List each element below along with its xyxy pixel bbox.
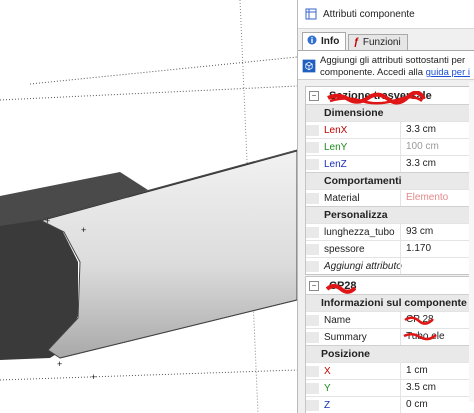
redaction-scribble [326,283,356,294]
attribute-key: lunghezza_tubo [306,226,400,238]
attribute-value[interactable]: 1.170 [400,241,474,257]
tab-funzioni[interactable]: ƒ Funzioni [348,34,408,50]
attribute-value[interactable]: Tubo ele [400,329,474,345]
attribute-value[interactable]: 93 cm [400,224,474,240]
help-link[interactable]: guida per i [426,67,470,78]
add-attribute-button[interactable]: Aggiungi attributo [306,260,402,272]
attribute-value[interactable]: 1 cm [400,363,474,379]
group-posizione: Posizione [306,345,474,362]
component-icon [305,8,317,20]
attribute-row-summary[interactable]: Summary Tubo ele [306,328,474,345]
info-banner: Aggiungi gli attributi sottostanti per c… [298,50,474,80]
attribute-row-leny[interactable]: LenY 100 cm [306,138,474,155]
component-attributes-panel: Attributi componente Info ƒ Funzioni Agg… [297,0,474,413]
attribute-value[interactable]: 0 cm [400,397,474,413]
attribute-row-lunghezza-tubo[interactable]: lunghezza_tubo 93 cm [306,223,474,240]
attribute-key: X [306,365,400,377]
redaction-scribble [404,316,434,325]
vertical-scrollbar[interactable] [469,82,474,402]
attribute-row-spessore[interactable]: spessore 1.170 [306,240,474,257]
group-personalizza: Personalizza [306,206,474,223]
attribute-row-z[interactable]: Z 0 cm [306,396,474,413]
pipe-model-drawing: + + + + [0,0,297,413]
redaction-scribble [403,333,437,341]
collapse-toggle-icon[interactable]: − [309,90,319,101]
attribute-value[interactable]: Elemento [400,190,474,206]
collapse-toggle-icon[interactable]: − [309,280,319,291]
attribute-key: LenY [306,141,400,153]
attribute-row-lenz[interactable]: LenZ 3.3 cm [306,155,474,172]
group-dimensione: Dimensione [306,104,474,121]
cube-icon [302,59,316,73]
guide-line-lower [0,369,297,381]
tab-bar: Info ƒ Funzioni [298,32,474,50]
info-text-line2: componente. Accedi alla [320,67,426,78]
model-viewport[interactable]: + + + + [0,0,297,413]
attribute-value[interactable]: 100 cm [400,139,474,155]
selection-marker: + [45,216,50,226]
attribute-value[interactable]: 3.3 cm [400,156,474,172]
attribute-row-name[interactable]: Name CP 28 [306,311,474,328]
attribute-key: LenX [306,124,400,136]
attribute-key: Y [306,382,400,394]
section-header[interactable]: − CP28 [306,277,474,294]
selection-marker: + [81,225,86,235]
group-informazioni-componente: Informazioni sul componente [306,294,474,311]
add-attribute-row[interactable]: Aggiungi attributo [306,257,474,274]
tab-info[interactable]: Info [302,32,347,50]
info-icon [307,35,317,48]
guide-line-upper [0,85,297,101]
attribute-row-material[interactable]: Material Elemento [306,189,474,206]
attribute-value[interactable]: 3.3 cm [400,122,474,138]
attribute-row-x[interactable]: X 1 cm [306,362,474,379]
info-text-line1: Aggiungi gli attributi sottostanti per [320,55,466,66]
guide-line-top [29,56,297,85]
attribute-row-lenx[interactable]: LenX 3.3 cm [306,121,474,138]
section-header[interactable]: − Sezione trasversale [306,87,474,104]
attribute-value[interactable]: CP 28 [400,312,474,328]
attribute-value [400,258,474,274]
attribute-key: Name [306,314,400,326]
selection-marker: + [91,372,96,382]
attribute-value[interactable]: 3.5 cm [400,380,474,396]
attribute-row-y[interactable]: Y 3.5 cm [306,379,474,396]
selection-marker: + [57,359,62,369]
tab-label: Funzioni [362,37,401,48]
function-icon: ƒ [353,37,359,48]
attribute-key: LenZ [306,158,400,170]
window-title: Attributi componente [323,8,415,20]
attribute-key: Material [306,192,400,204]
tab-label: Info [321,36,340,47]
attribute-section-component: − CP28 Informazioni sul componente Name … [305,276,474,413]
redaction-scribble [327,90,426,104]
title-bar: Attributi componente [298,0,474,29]
attribute-key: Z [306,399,400,411]
group-comportamenti: Comportamenti [306,172,474,189]
attribute-key: spessore [306,243,400,255]
attribute-key: Summary [306,331,400,343]
attribute-section-cross-section: − Sezione trasversale Dimensione LenX 3.… [305,86,474,275]
